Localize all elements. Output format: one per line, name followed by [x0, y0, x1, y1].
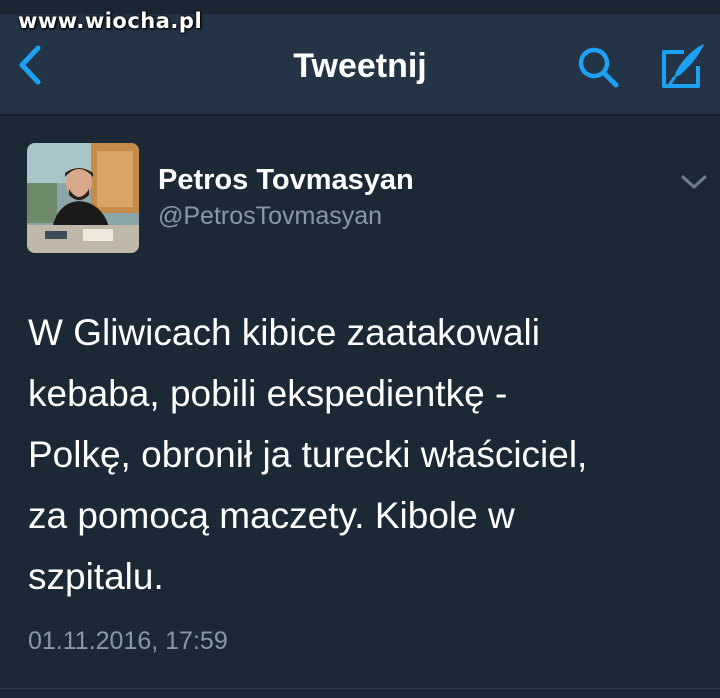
search-icon	[578, 47, 619, 88]
chevron-down-icon	[681, 175, 707, 189]
search-button[interactable]	[574, 44, 624, 90]
tweet-menu-button[interactable]	[678, 168, 710, 196]
tweet-text-line: za pomocą maczety. Kibole w	[28, 495, 515, 536]
watermark: www.wiocha.pl	[18, 9, 203, 33]
avatar-photo	[27, 143, 139, 253]
author-name[interactable]: Petros Tovmasyan	[158, 162, 414, 198]
compose-button[interactable]	[654, 38, 710, 94]
author-handle[interactable]: @PetrosTovmasyan	[158, 200, 382, 232]
avatar[interactable]	[27, 143, 139, 253]
tweet-text-line: W Gliwicach kibice zaatakowali	[28, 312, 541, 353]
tweet-text: W Gliwicach kibice zaatakowali kebaba, p…	[28, 302, 688, 607]
compose-icon	[662, 44, 704, 88]
tweet-text-line: kebaba, pobili ekspedientkę -	[28, 373, 508, 414]
header-divider	[0, 114, 720, 116]
tweet-text-line: Polkę, obronił ja turecki właściciel,	[28, 434, 588, 475]
tweet-text-line: szpitalu.	[28, 556, 164, 597]
bottom-divider	[0, 688, 720, 689]
tweet-timestamp: 01.11.2016, 17:59	[28, 627, 228, 655]
